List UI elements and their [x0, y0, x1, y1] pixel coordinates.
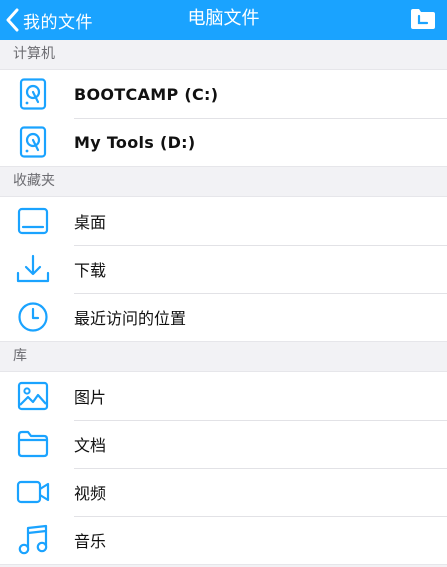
clock-icon — [16, 300, 50, 334]
list-item-label: BOOTCAMP (C:) — [74, 84, 219, 104]
list-item-documents[interactable]: 文档 — [0, 420, 447, 468]
back-button-label: 我的文件 — [23, 12, 93, 33]
section-header-computer: 计算机 — [0, 40, 447, 69]
list-item-videos[interactable]: 视频 — [0, 468, 447, 516]
list-item-label: 最近访问的位置 — [74, 309, 187, 328]
list-item-label: 音乐 — [74, 532, 107, 551]
hard-drive-icon — [16, 77, 50, 111]
list-item-label: 视频 — [74, 484, 107, 503]
back-button[interactable]: 我的文件 — [0, 0, 120, 40]
section-favorites: 桌面 下载 最近访问的位置 — [0, 196, 447, 342]
folder-action-button[interactable] — [407, 4, 439, 34]
folder-icon — [16, 427, 50, 461]
navigation-bar: 我的文件 电脑文件 — [0, 0, 447, 40]
list-item-label: 桌面 — [74, 213, 107, 232]
desktop-icon — [16, 204, 50, 238]
list-item-drive-c[interactable]: BOOTCAMP (C:) — [0, 70, 447, 118]
download-icon — [16, 252, 50, 286]
list-item-label: 图片 — [74, 388, 107, 407]
list-item-label: 文档 — [74, 436, 107, 455]
video-icon — [16, 475, 50, 509]
section-header-library: 库 — [0, 342, 447, 371]
file-list: 计算机 BOOTCAMP (C:) My Tools (D:) 收藏夹 桌面 下… — [0, 40, 447, 565]
hard-drive-icon — [16, 125, 50, 159]
list-item-downloads[interactable]: 下载 — [0, 245, 447, 293]
chevron-left-icon — [6, 8, 19, 32]
picture-icon — [16, 379, 50, 413]
music-icon — [16, 523, 50, 557]
list-item-recent[interactable]: 最近访问的位置 — [0, 293, 447, 341]
list-item-label: My Tools (D:) — [74, 132, 196, 152]
list-item-pictures[interactable]: 图片 — [0, 372, 447, 420]
section-header-favorites: 收藏夹 — [0, 167, 447, 196]
list-item-label: 下载 — [74, 261, 107, 280]
list-item-music[interactable]: 音乐 — [0, 516, 447, 564]
section-computer: BOOTCAMP (C:) My Tools (D:) — [0, 69, 447, 167]
list-item-drive-d[interactable]: My Tools (D:) — [0, 118, 447, 166]
section-library: 图片 文档 视频 音乐 — [0, 371, 447, 565]
list-item-desktop[interactable]: 桌面 — [0, 197, 447, 245]
folder-icon — [411, 9, 435, 29]
